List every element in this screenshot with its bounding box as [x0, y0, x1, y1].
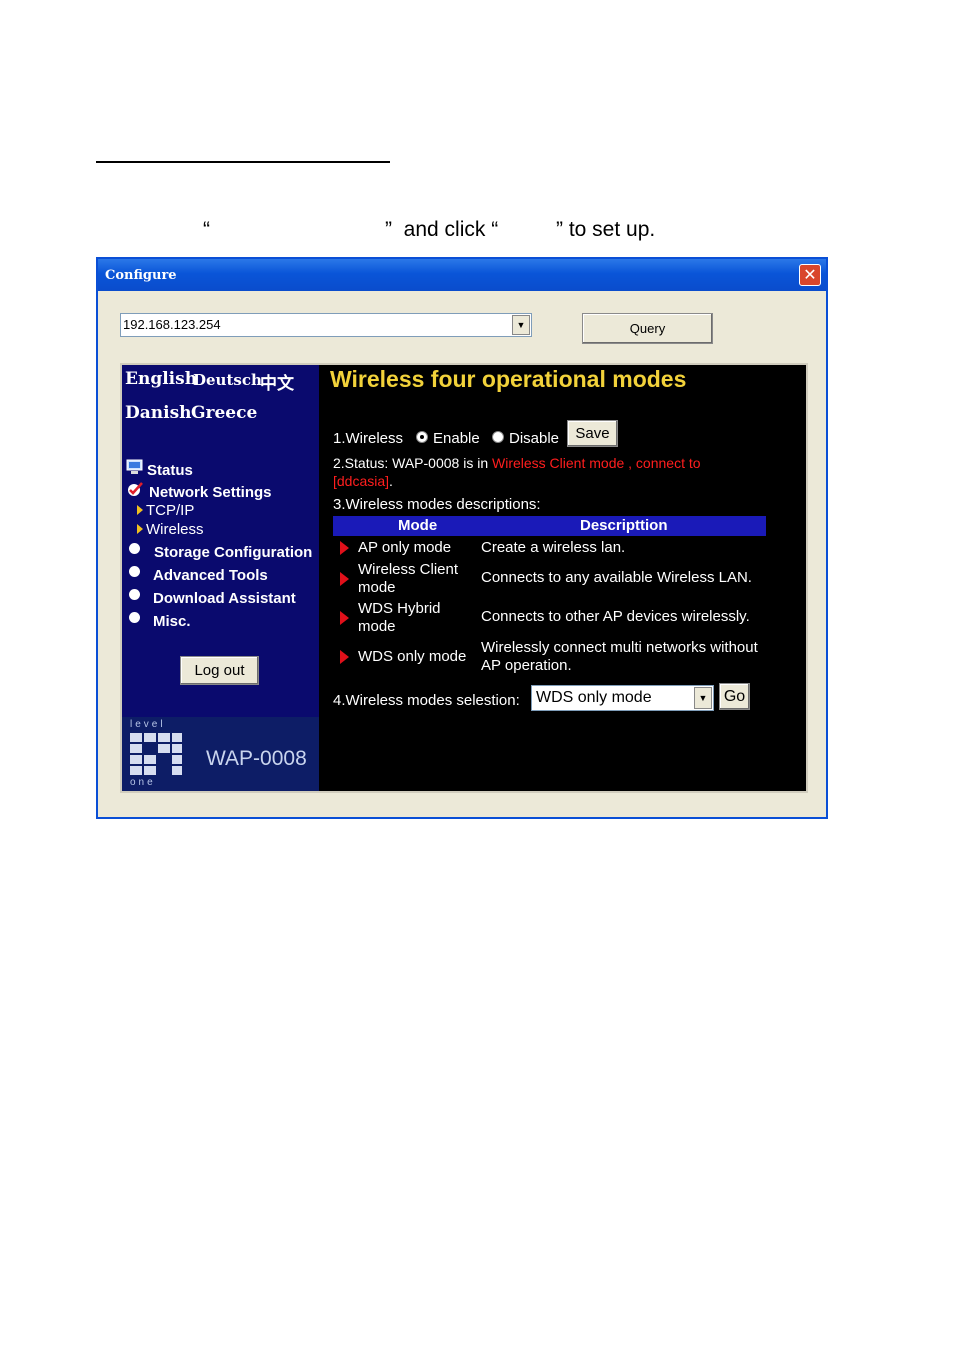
disable-label: Disable — [509, 430, 560, 447]
bullet-icon — [129, 543, 140, 554]
lang-danish[interactable]: Danish — [125, 403, 192, 423]
close-icon[interactable]: ✕ — [799, 264, 821, 286]
model-name: WAP-0008 — [206, 747, 307, 770]
instruction-to-set-up: ” to set up. — [556, 218, 656, 241]
logout-button[interactable]: Log out — [180, 656, 259, 685]
save-button[interactable]: Save — [567, 420, 618, 447]
selection-label: 4.Wireless modes selestion: — [333, 692, 520, 709]
window-title: Configure — [105, 268, 177, 283]
lang-greece[interactable]: Greece — [191, 403, 257, 423]
description-cell: Connects to other AP devices wirelessly. — [481, 608, 750, 625]
status-ssid: [ddcasia] — [333, 473, 390, 489]
sidebar-item-download-assistant[interactable]: Download Assistant — [153, 590, 296, 607]
chevron-down-icon[interactable]: ▼ — [512, 315, 530, 335]
bullet-icon — [129, 589, 140, 600]
sidebar-item-wireless[interactable]: Wireless — [146, 521, 204, 538]
bullet-icon — [129, 612, 140, 623]
arrow-right-icon — [340, 650, 349, 664]
enable-label: Enable — [433, 430, 480, 447]
header-mode: Mode — [398, 517, 438, 534]
sidebar-item-misc[interactable]: Misc. — [153, 613, 191, 630]
logo-level-text: level — [130, 719, 166, 730]
disable-radio[interactable] — [492, 431, 504, 443]
chevron-down-icon[interactable]: ▼ — [694, 687, 712, 709]
section-underline — [96, 161, 390, 163]
brand-logo-area: level one WAP-0008 — [122, 717, 319, 791]
instruction-and-click: ” and click “ — [385, 218, 499, 241]
arrow-right-icon — [340, 541, 349, 555]
network-check-icon — [128, 482, 143, 496]
arrow-right-icon — [340, 611, 349, 625]
sidebar: English Deutsch 中文 Danish Greece Status … — [122, 365, 319, 717]
lang-deutsch[interactable]: Deutsch — [193, 371, 262, 389]
arrow-right-icon — [137, 524, 143, 534]
mode-cell: WDS Hybrid mode — [358, 600, 441, 635]
query-button[interactable]: Query — [582, 313, 713, 344]
ip-address-input[interactable] — [123, 317, 503, 332]
sidebar-item-storage-configuration[interactable]: Storage Configuration — [154, 544, 312, 561]
status-end: . — [389, 473, 393, 489]
ip-address-combobox[interactable]: ▼ — [120, 313, 532, 337]
description-cell: Connects to any available Wireless LAN. — [481, 569, 752, 586]
level-one-logo-icon — [130, 733, 182, 775]
status-text: 2.Status: WAP-0008 is in Wireless Client… — [333, 454, 753, 490]
sidebar-item-network-settings[interactable]: Network Settings — [149, 484, 272, 501]
status-mode: Wireless Client mode , connect to — [492, 455, 701, 471]
descriptions-label: 3.Wireless modes descriptions: — [333, 496, 541, 513]
instruction-open-quote: “ — [203, 218, 210, 241]
modes-table-header: Mode Descripttion — [333, 516, 766, 536]
wireless-mode-select-value: WDS only mode — [536, 689, 652, 706]
enable-radio[interactable] — [416, 431, 428, 443]
configure-window: Configure ✕ ▼ Query English Deutsch 中文 D… — [96, 257, 828, 819]
arrow-right-icon — [340, 572, 349, 586]
mode-cell: WDS only mode — [358, 648, 467, 665]
title-bar: Configure ✕ — [98, 259, 826, 291]
wireless-label: 1.Wireless — [333, 430, 404, 447]
mode-cell: AP only mode — [358, 539, 452, 556]
lang-english[interactable]: English — [125, 369, 197, 389]
logo-one-text: one — [130, 777, 156, 788]
status-prefix: 2.Status: WAP-0008 is in — [333, 455, 492, 471]
mode-cell: Wireless Client mode — [358, 561, 459, 596]
go-button[interactable]: Go — [719, 683, 750, 710]
sidebar-item-tcpip[interactable]: TCP/IP — [146, 502, 194, 519]
description-cell: Wirelessly connect multi networks withou… — [481, 639, 758, 674]
lang-chinese[interactable]: 中文 — [260, 369, 294, 394]
page-title: Wireless four operational modes — [330, 366, 687, 392]
description-cell: Create a wireless lan. — [481, 539, 626, 556]
monitor-icon — [126, 459, 143, 474]
web-panel: English Deutsch 中文 Danish Greece Status … — [120, 363, 808, 793]
header-description: Descripttion — [580, 517, 668, 534]
wireless-mode-select[interactable]: WDS only mode ▼ — [531, 685, 714, 711]
arrow-right-icon — [137, 505, 143, 515]
bullet-icon — [129, 566, 140, 577]
sidebar-item-advanced-tools[interactable]: Advanced Tools — [153, 567, 268, 584]
window-client-area: ▼ Query English Deutsch 中文 Danish Greece… — [98, 291, 826, 817]
sidebar-item-status[interactable]: Status — [147, 462, 193, 479]
